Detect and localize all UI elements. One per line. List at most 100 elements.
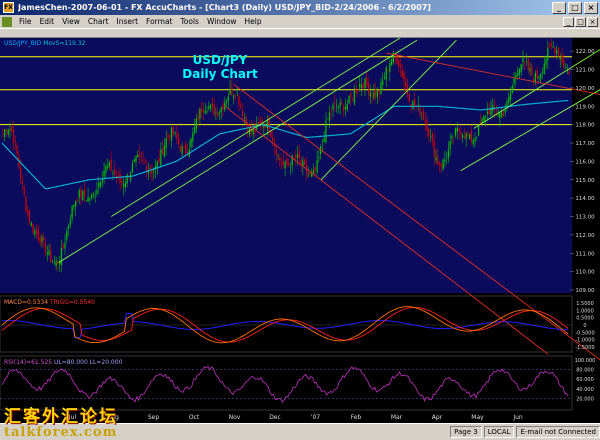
menu-edit[interactable]: Edit — [36, 17, 59, 26]
candle-body — [380, 82, 382, 95]
minimize-button[interactable]: _ — [552, 1, 566, 14]
time-tick-label: Nov — [229, 414, 241, 421]
candle-body — [460, 132, 462, 136]
mdi-close-button[interactable]: × — [587, 16, 598, 27]
candle-body — [465, 133, 467, 140]
candle-body — [91, 194, 93, 199]
candle-body — [486, 111, 489, 115]
candle-body — [327, 118, 329, 120]
candle-body — [131, 163, 134, 173]
candle-body — [193, 127, 196, 134]
macd-tick-label: 1.5000 — [576, 301, 594, 307]
candle-body — [27, 210, 29, 214]
candle-body — [98, 182, 100, 188]
chart-doc-icon[interactable] — [2, 16, 12, 27]
candle-body — [57, 260, 59, 265]
candle-body — [112, 172, 114, 174]
candle-body — [419, 107, 421, 115]
candle-body — [540, 73, 542, 80]
candle-body — [522, 57, 524, 63]
price-chart[interactable]: 122.00 121.00 120.00 119.00 118.00 117.00 116.… — [0, 32, 600, 423]
menu-file[interactable]: File — [15, 17, 36, 26]
candle-body — [257, 122, 260, 125]
candle-body — [165, 138, 167, 149]
candle-body — [229, 88, 231, 95]
candle-body — [11, 126, 13, 132]
candle-body — [21, 181, 24, 184]
candle-body — [5, 129, 8, 132]
candle-body — [288, 162, 290, 165]
maximize-button[interactable]: □ — [568, 1, 582, 14]
candle-body — [275, 149, 277, 156]
candle-body — [557, 48, 560, 57]
candle-body — [325, 120, 327, 142]
close-button[interactable]: × — [584, 1, 598, 14]
toolbar — [0, 28, 600, 38]
candle-body — [360, 85, 363, 88]
time-tick-label: Apr — [432, 414, 443, 421]
candle-body — [398, 60, 400, 67]
candle-body — [440, 163, 442, 167]
chart-window[interactable]: 122.00 121.00 120.00 119.00 118.00 117.00 116.… — [0, 32, 600, 423]
candle-body — [556, 50, 558, 54]
menu-tools[interactable]: Tools — [176, 17, 202, 26]
candle-body — [39, 238, 41, 244]
candle-body — [513, 78, 515, 84]
candle-body — [208, 106, 210, 109]
mdi-restore-button[interactable]: □ — [575, 16, 586, 27]
candle-body — [272, 137, 274, 142]
candle-body — [451, 135, 453, 139]
candle-body — [4, 129, 6, 137]
menu-chart[interactable]: Chart — [84, 17, 113, 26]
candle-body — [9, 128, 11, 130]
candle-body — [202, 108, 205, 112]
candle-body — [346, 104, 348, 111]
rsi-tick-label: 80.000 — [576, 368, 594, 374]
candle-body — [428, 128, 430, 137]
candle-body — [92, 193, 95, 195]
candle-body — [121, 180, 123, 184]
candle-body — [16, 145, 18, 155]
candle-body — [254, 130, 256, 133]
candle-body — [289, 166, 292, 167]
menu-format[interactable]: Format — [142, 17, 176, 26]
candle-body — [167, 136, 169, 137]
candle-body — [307, 175, 309, 176]
candle-body — [140, 155, 142, 158]
mdi-minimize-button[interactable]: _ — [563, 16, 574, 27]
price-tick-label: 117.00 — [575, 141, 595, 147]
candle-body — [378, 90, 380, 93]
candle-body — [295, 154, 297, 159]
candle-body — [309, 172, 311, 175]
price-tick-label: 112.00 — [575, 233, 595, 239]
candle-body — [444, 159, 446, 162]
candle-body — [437, 155, 439, 164]
menu-view[interactable]: View — [58, 17, 84, 26]
candle-body — [204, 110, 206, 114]
candle-body — [414, 98, 416, 107]
macd-tick-label: 0.5000 — [576, 316, 594, 322]
macd-tick-label: -1.0000 — [575, 338, 594, 344]
candle-body — [463, 136, 466, 138]
candle-body — [474, 138, 476, 142]
candle-body — [515, 74, 517, 78]
candle-body — [545, 59, 547, 65]
menu-insert[interactable]: Insert — [113, 17, 143, 26]
menu-help[interactable]: Help — [241, 17, 266, 26]
rsi-tick-label: 100.000 — [575, 358, 596, 364]
candle-body — [71, 205, 73, 219]
candle-body — [483, 115, 485, 121]
candle-body — [492, 104, 494, 111]
candle-body — [48, 250, 50, 255]
candle-body — [122, 184, 125, 187]
candle-body — [485, 117, 487, 119]
menu-window[interactable]: Window — [203, 17, 241, 26]
candle-body — [213, 104, 215, 116]
candle-body — [12, 129, 15, 143]
candle-body — [366, 77, 368, 86]
candle-body — [426, 120, 428, 132]
candle-body — [108, 162, 111, 167]
candle-body — [96, 190, 98, 194]
candle-body — [222, 104, 224, 110]
candle-body — [32, 223, 34, 233]
